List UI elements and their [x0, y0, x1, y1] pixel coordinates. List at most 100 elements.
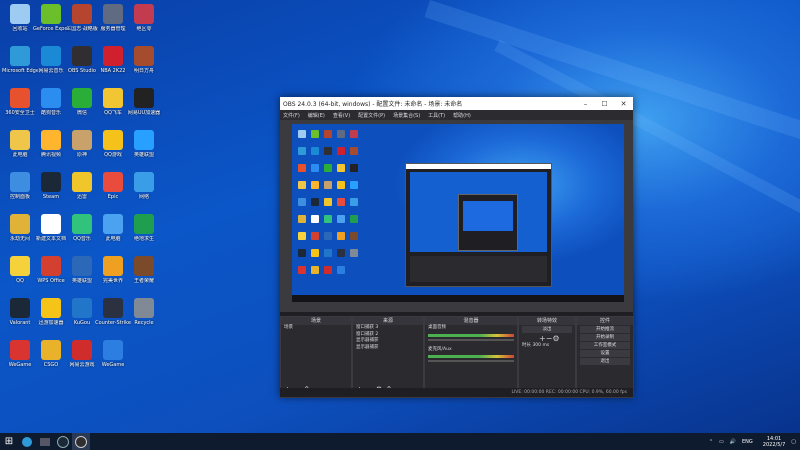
volume-icon[interactable]: 🔊: [730, 439, 736, 445]
system-tray: ⌃ ▭ 🔊 ENG 14:01 2022/5/7 ▢: [703, 433, 796, 450]
app-icon: [41, 256, 61, 276]
taskbar-obs[interactable]: [72, 433, 90, 450]
maximize-icon[interactable]: ☐: [595, 100, 614, 108]
preview-desktop-icon: [311, 215, 319, 223]
mixer-dock: 混音器 桌面音频 麦克风/Aux: [424, 316, 518, 398]
settings-button[interactable]: 设置: [580, 350, 630, 357]
app-icon: [10, 256, 30, 276]
preview-canvas[interactable]: [292, 124, 624, 302]
preview-desktop-icon: [311, 147, 319, 155]
close-icon[interactable]: ✕: [614, 100, 633, 108]
start-recording-button[interactable]: 开始录制: [580, 334, 630, 341]
status-bar: LIVE: 00:00:00 REC: 00:00:00 CPU: 0.9%, …: [280, 388, 633, 397]
app-icon: [10, 172, 30, 192]
menu-view[interactable]: 查看(V): [333, 112, 350, 119]
app-icon: [134, 256, 154, 276]
mixer-label-desktop: 桌面音频: [428, 325, 446, 330]
start-button[interactable]: ⊞: [0, 433, 18, 450]
app-icon: [103, 214, 123, 234]
nested-obs-window: [405, 163, 552, 287]
preview-desktop-icon: [337, 266, 345, 274]
obs-icon: [75, 435, 87, 448]
app-icon: [134, 46, 154, 66]
preview-desktop-icon: [350, 198, 358, 206]
chevron-up-icon[interactable]: ⌃: [709, 439, 713, 445]
sources-title: 来源: [353, 317, 423, 325]
preview-desktop-icon: [311, 249, 319, 257]
nested-docks: [410, 256, 547, 282]
notification-icon[interactable]: ▢: [791, 439, 796, 445]
desktop-icon[interactable]: WeGame: [95, 340, 131, 368]
preview-desktop-icon: [311, 164, 319, 172]
app-icon: [41, 172, 61, 192]
menu-tools[interactable]: 工具(T): [428, 112, 445, 119]
network-icon[interactable]: ▭: [719, 439, 724, 445]
preview-desktop-icon: [350, 181, 358, 189]
menu-profile[interactable]: 配置文件(P): [358, 112, 385, 119]
app-icon: [103, 46, 123, 66]
app-icon: [72, 130, 92, 150]
desktop-icon-label: 英雄联盟: [133, 152, 154, 158]
menu-edit[interactable]: 编辑(E): [308, 112, 325, 119]
obs-titlebar[interactable]: OBS 24.0.3 (64-bit, windows) - 配置文件: 未命名…: [280, 97, 633, 110]
preview-desktop-icon: [324, 232, 332, 240]
duration-input[interactable]: 300 ms: [532, 343, 549, 348]
controls-dock: 控件 开始推流 开始录制 工作室模式 设置 退出: [576, 316, 634, 398]
taskbar-edge[interactable]: [18, 433, 36, 450]
desktop-icon[interactable]: 绝区零: [126, 4, 162, 32]
preview-desktop-icon: [324, 198, 332, 206]
app-icon: [134, 130, 154, 150]
preview-desktop-icon: [337, 249, 345, 257]
app-icon: [10, 340, 30, 360]
minimize-icon[interactable]: –: [576, 100, 595, 108]
app-icon: [41, 130, 61, 150]
desktop-icon[interactable]: 绝地求生: [126, 214, 162, 242]
desktop-icon[interactable]: 网络: [126, 172, 162, 200]
desktop-icon-label: WeGame: [101, 362, 125, 368]
preview-desktop-icon: [298, 181, 306, 189]
preview-desktop-icon: [298, 198, 306, 206]
preview-desktop-icon: [324, 181, 332, 189]
exit-button[interactable]: 退出: [580, 358, 630, 365]
taskbar-steam[interactable]: [54, 433, 72, 450]
desktop-icon[interactable]: 王者荣耀: [126, 256, 162, 284]
menu-help[interactable]: 帮助(H): [453, 112, 471, 119]
volume-slider[interactable]: [428, 360, 514, 362]
menu-file[interactable]: 文件(F): [283, 112, 300, 119]
edge-icon: [22, 436, 32, 447]
preview-desktop-icon: [298, 215, 306, 223]
preview-desktop-icon: [298, 164, 306, 172]
volume-slider[interactable]: [428, 338, 514, 341]
start-streaming-button[interactable]: 开始推流: [580, 326, 630, 333]
app-icon: [41, 88, 61, 108]
menu-scene-collection[interactable]: 场景集合(S): [393, 112, 420, 119]
nested-titlebar: [406, 164, 551, 169]
desktop-icon[interactable]: 明日方舟: [126, 46, 162, 74]
app-icon: [103, 4, 123, 24]
scene-item[interactable]: 场景: [284, 325, 351, 332]
source-item[interactable]: 显示器捕获: [356, 345, 423, 352]
desktop-icon[interactable]: Recycle: [126, 298, 162, 326]
language-indicator[interactable]: ENG: [742, 439, 753, 445]
desktop-icon[interactable]: 网易UU加速器: [126, 88, 162, 116]
transition-select[interactable]: 淡出: [522, 326, 572, 333]
preview-desktop-icon: [350, 232, 358, 240]
obs-window[interactable]: OBS 24.0.3 (64-bit, windows) - 配置文件: 未命名…: [280, 97, 634, 398]
app-icon: [103, 172, 123, 192]
preview-desktop-icon: [350, 249, 358, 257]
preview-desktop-icon: [337, 147, 345, 155]
clock[interactable]: 14:01 2022/5/7: [763, 436, 785, 448]
desktop-icon-label: 绝区零: [136, 26, 152, 32]
app-icon: [103, 88, 123, 108]
preview-desktop-icon: [324, 266, 332, 274]
taskbar: ⊞ ⌃ ▭ 🔊 ENG 14:01 2022/5/7 ▢: [0, 433, 800, 450]
transitions-title: 转场特效: [519, 317, 575, 325]
transition-toolbar[interactable]: +−⚙: [519, 334, 575, 343]
preview-taskbar: [292, 295, 624, 302]
app-icon: [40, 437, 50, 446]
studio-mode-button[interactable]: 工作室模式: [580, 342, 630, 349]
taskbar-app[interactable]: [36, 433, 54, 450]
desktop-icon[interactable]: 英雄联盟: [126, 130, 162, 158]
volume-meter: [428, 355, 514, 358]
preview-desktop-icon: [337, 198, 345, 206]
